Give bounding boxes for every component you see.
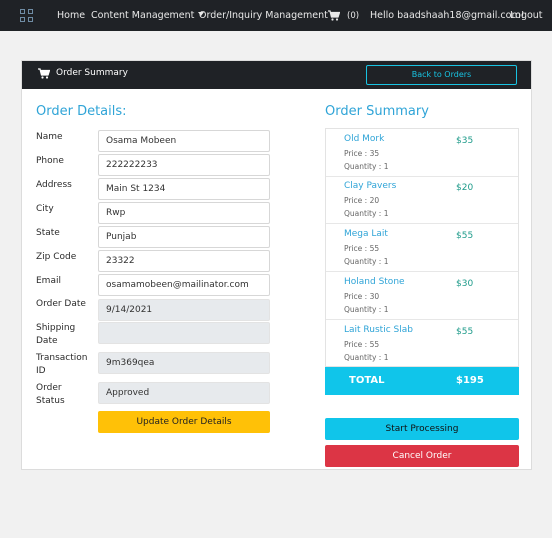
- order-date-field: 9/14/2021: [98, 299, 270, 321]
- name-label: Name: [36, 132, 63, 142]
- top-navbar: Home Content Management Order/Inquiry Ma…: [0, 0, 552, 31]
- item-name[interactable]: Holand Stone: [344, 277, 405, 287]
- nav-home[interactable]: Home: [57, 10, 85, 21]
- item-price: Price : 55: [344, 244, 380, 253]
- item-price: Price : 35: [344, 149, 380, 158]
- cart-icon: [38, 68, 50, 79]
- item-quantity: Quantity : 1: [344, 305, 389, 314]
- shipping-date-field: [98, 322, 270, 344]
- city-field[interactable]: Rwp: [98, 202, 270, 224]
- item-name[interactable]: Clay Pavers: [344, 181, 396, 191]
- transaction-id-field: 9m369qea: [98, 352, 270, 374]
- total-bar: TOTAL $195: [325, 367, 519, 395]
- city-label: City: [36, 204, 54, 214]
- transaction-id-label: Transaction ID: [36, 353, 88, 376]
- cart-count[interactable]: (0): [347, 11, 359, 21]
- item-price: Price : 30: [344, 292, 380, 301]
- item-price: Price : 20: [344, 196, 380, 205]
- zip-code-label: Zip Code: [36, 252, 77, 262]
- phone-field[interactable]: 222222233: [98, 154, 270, 176]
- order-date-label: Order Date: [36, 299, 86, 309]
- zip-code-field[interactable]: 23322: [98, 250, 270, 272]
- name-field[interactable]: Osama Mobeen: [98, 130, 270, 152]
- item-amount: $30: [456, 279, 474, 289]
- state-field[interactable]: Punjab: [98, 226, 270, 248]
- address-field[interactable]: Main St 1234: [98, 178, 270, 200]
- start-processing-button[interactable]: Start Processing: [325, 418, 519, 440]
- state-label: State: [36, 228, 60, 238]
- update-order-details-button[interactable]: Update Order Details: [98, 411, 270, 433]
- item-quantity: Quantity : 1: [344, 353, 389, 362]
- order-items-list: Old Mork $35 Price : 35 Quantity : 1 Cla…: [325, 128, 519, 367]
- card-header: Order Summary Back to Orders: [22, 61, 531, 89]
- email-label: Email: [36, 276, 61, 286]
- cart-icon[interactable]: [328, 10, 340, 21]
- list-item: Old Mork $35 Price : 35 Quantity : 1: [326, 129, 518, 177]
- order-card: Order Summary Back to Orders Order Detai…: [21, 60, 532, 470]
- order-summary-heading: Order Summary: [325, 104, 429, 119]
- list-item: Clay Pavers $20 Price : 20 Quantity : 1: [326, 176, 518, 224]
- list-item: Holand Stone $30 Price : 30 Quantity : 1: [326, 272, 518, 320]
- item-amount: $35: [456, 136, 474, 146]
- item-amount: $20: [456, 183, 474, 193]
- item-quantity: Quantity : 1: [344, 209, 389, 218]
- list-item: Lait Rustic Slab $55 Price : 55 Quantity…: [326, 320, 518, 368]
- nav-order-inquiry-label: Order/Inquiry Management: [199, 10, 328, 21]
- item-amount: $55: [456, 327, 474, 337]
- nav-content-management[interactable]: Content Management: [91, 10, 205, 21]
- card-title: Order Summary: [56, 68, 128, 78]
- list-item: Mega Lait $55 Price : 55 Quantity : 1: [326, 224, 518, 272]
- item-name[interactable]: Mega Lait: [344, 229, 388, 239]
- back-to-orders-button[interactable]: Back to Orders: [366, 65, 517, 85]
- total-label: TOTAL: [349, 375, 385, 386]
- cancel-order-button[interactable]: Cancel Order: [325, 445, 519, 467]
- nav-order-inquiry-management[interactable]: Order/Inquiry Management: [199, 10, 338, 21]
- shipping-date-label: Shipping Date: [36, 323, 76, 346]
- order-details-heading: Order Details:: [36, 104, 127, 119]
- total-value: $195: [456, 375, 484, 386]
- order-status-label: Order Status: [36, 383, 65, 406]
- item-price: Price : 55: [344, 340, 380, 349]
- item-quantity: Quantity : 1: [344, 257, 389, 266]
- address-label: Address: [36, 180, 72, 190]
- email-field[interactable]: osamamobeen@mailinator.com: [98, 274, 270, 296]
- item-name[interactable]: Old Mork: [344, 134, 384, 144]
- user-greeting[interactable]: Hello baadshaah18@gmail.com!: [370, 10, 525, 21]
- item-quantity: Quantity : 1: [344, 162, 389, 171]
- order-status-field: Approved: [98, 382, 270, 404]
- item-name[interactable]: Lait Rustic Slab: [344, 325, 413, 335]
- phone-label: Phone: [36, 156, 64, 166]
- nav-content-management-label: Content Management: [91, 10, 195, 21]
- grid-icon[interactable]: [20, 9, 34, 23]
- item-amount: $55: [456, 231, 474, 241]
- logout-link[interactable]: Logout: [510, 10, 543, 21]
